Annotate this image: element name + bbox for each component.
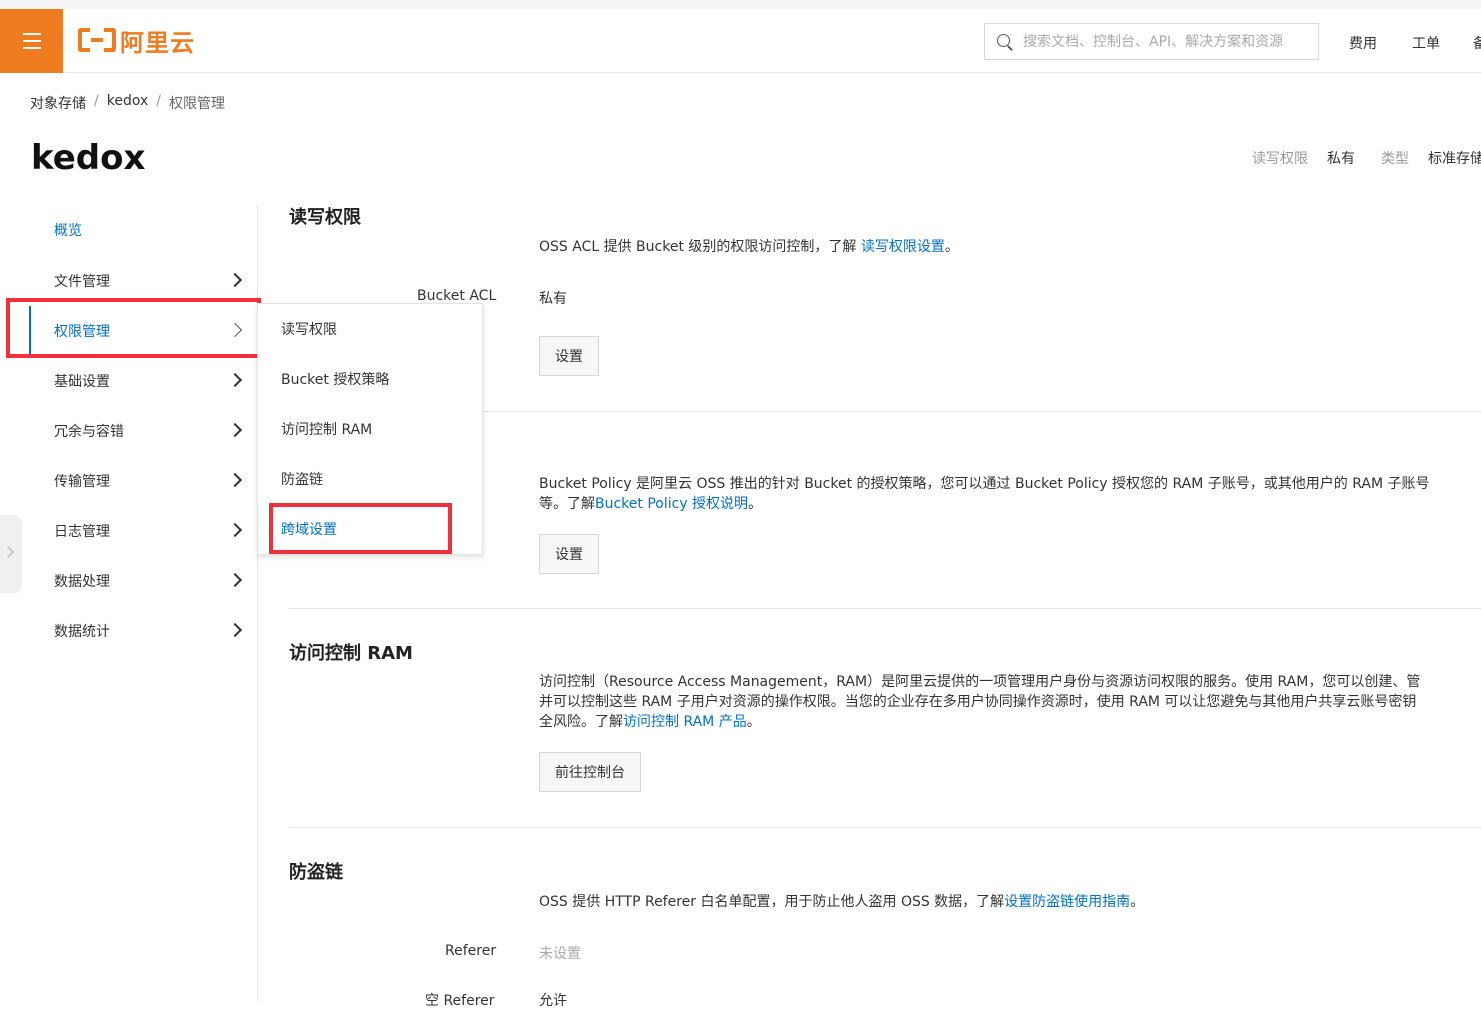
ram-description-line2: 并可以控制这些 RAM 子用户对资源的操作权限。当您的企业存在多用户协同操作资源… [539, 694, 1417, 710]
sidebar-item-label: 数据处理 [54, 574, 110, 590]
meta-acl-value: 私有 [1327, 151, 1355, 167]
ram-desc-suffix: 。 [746, 714, 761, 730]
chevron-right-icon [227, 422, 243, 438]
top-link-filing[interactable]: 备 [1473, 33, 1481, 53]
empty-referer-value: 允许 [539, 993, 567, 1009]
breadcrumb-bucket[interactable]: kedox [107, 93, 149, 113]
ram-description-line3: 全风险。了解访问控制 RAM 产品。 [539, 712, 761, 732]
annotation-highlight-permissions [6, 298, 261, 358]
referer-label: Referer [445, 943, 497, 959]
submenu-item-bucket-policy[interactable]: Bucket 授权策略 [258, 354, 482, 404]
meta-acl-label: 读写权限 [1252, 151, 1308, 167]
breadcrumb-separator: / [156, 93, 161, 109]
hamburger-menu-icon[interactable] [0, 9, 63, 73]
sidebar-item-data-processing[interactable]: 数据处理 [0, 556, 258, 606]
section-divider [289, 608, 1481, 609]
bucket-acl-label: Bucket ACL [417, 288, 497, 304]
sidebar-item-label: 概览 [54, 223, 82, 239]
breadcrumb-separator: / [94, 93, 99, 109]
sidebar-item-label: 文件管理 [54, 274, 110, 290]
bucket-acl-value: 私有 [539, 291, 567, 307]
sidebar-item-statistics[interactable]: 数据统计 [0, 606, 258, 656]
top-link-billing[interactable]: 费用 [1349, 33, 1377, 53]
sidebar-item-label: 数据统计 [54, 624, 110, 640]
meta-type-label: 类型 [1381, 151, 1409, 167]
section-title-ram: 访问控制 RAM [289, 643, 413, 664]
chevron-right-icon [227, 522, 243, 538]
top-link-ticket[interactable]: 工单 [1412, 33, 1440, 53]
chevron-right-icon [227, 622, 243, 638]
brand-name: 阿里云 [120, 28, 195, 57]
submenu-item-ram[interactable]: 访问控制 RAM [258, 404, 482, 454]
aliyun-logo-icon [78, 28, 116, 52]
section-title-acl: 读写权限 [289, 207, 361, 228]
sidebar-item-overview[interactable]: 概览 [0, 205, 258, 255]
section-divider [289, 827, 1481, 828]
sidebar-item-redundancy[interactable]: 冗余与容错 [0, 406, 258, 456]
sidebar-item-label: 冗余与容错 [54, 424, 124, 440]
ram-description-line1: 访问控制（Resource Access Management，RAM）是阿里云… [539, 674, 1421, 690]
policy-desc-text: 等。了解 [539, 496, 595, 512]
search-icon [997, 33, 1013, 50]
ram-desc-text: 全风险。了解 [539, 714, 623, 730]
policy-settings-button[interactable]: 设置 [539, 534, 599, 574]
empty-referer-label: 空 Referer [425, 993, 495, 1009]
aliyun-logo[interactable]: 阿里云 [78, 25, 195, 57]
acl-description: OSS ACL 提供 Bucket 级别的权限访问控制，了解 读写权限设置。 [539, 237, 959, 257]
sidebar-item-label: 基础设置 [54, 374, 110, 390]
policy-desc-suffix: 。 [748, 496, 763, 512]
chevron-right-icon [227, 372, 243, 388]
submenu-item-referer[interactable]: 防盗链 [258, 454, 482, 504]
annotation-highlight-cors [269, 503, 452, 554]
policy-description-line2: 等。了解Bucket Policy 授权说明。 [539, 494, 762, 514]
referer-description: OSS 提供 HTTP Referer 白名单配置，用于防止他人盗用 OSS 数… [539, 892, 1144, 912]
chevron-right-icon [227, 472, 243, 488]
sidebar-item-label: 日志管理 [54, 524, 110, 540]
search-box[interactable] [984, 23, 1319, 60]
page-title: kedox [31, 138, 146, 178]
sidebar-collapse-toggle[interactable] [0, 515, 22, 593]
goto-console-button[interactable]: 前往控制台 [539, 752, 641, 792]
referer-value: 未设置 [539, 946, 581, 962]
search-input[interactable] [1023, 33, 1313, 50]
submenu-item-acl[interactable]: 读写权限 [258, 304, 482, 354]
chevron-right-icon [2, 546, 14, 558]
acl-desc-suffix: 。 [944, 239, 959, 255]
sidebar-item-basic-settings[interactable]: 基础设置 [0, 356, 258, 406]
sidebar-item-logs[interactable]: 日志管理 [0, 506, 258, 556]
section-title-referer: 防盗链 [289, 862, 343, 883]
breadcrumb-current: 权限管理 [168, 96, 225, 112]
referer-desc-text: OSS 提供 HTTP Referer 白名单配置，用于防止他人盗用 OSS 数… [539, 894, 1005, 910]
chevron-right-icon [227, 572, 243, 588]
acl-doc-link[interactable]: 读写权限设置 [861, 239, 945, 255]
chevron-right-icon [227, 272, 243, 288]
ram-doc-link[interactable]: 访问控制 RAM 产品 [623, 714, 747, 730]
policy-description-line1: Bucket Policy 是阿里云 OSS 推出的针对 Bucket 的授权策… [539, 476, 1430, 492]
sidebar-item-label: 传输管理 [54, 474, 110, 490]
policy-doc-link[interactable]: Bucket Policy 授权说明 [595, 496, 748, 512]
breadcrumb-oss[interactable]: 对象存储 [30, 93, 86, 113]
acl-settings-button[interactable]: 设置 [539, 336, 599, 376]
top-bar: 阿里云 费用 工单 备 [0, 0, 1481, 73]
referer-desc-suffix: 。 [1130, 894, 1145, 910]
referer-doc-link[interactable]: 设置防盗链使用指南 [1004, 894, 1130, 910]
breadcrumb: 对象存储 / kedox / 权限管理 [30, 93, 225, 113]
acl-desc-text: OSS ACL 提供 Bucket 级别的权限访问控制，了解 [539, 239, 857, 255]
sidebar-item-transfer[interactable]: 传输管理 [0, 456, 258, 506]
meta-type-value: 标准存储 [1428, 151, 1481, 167]
